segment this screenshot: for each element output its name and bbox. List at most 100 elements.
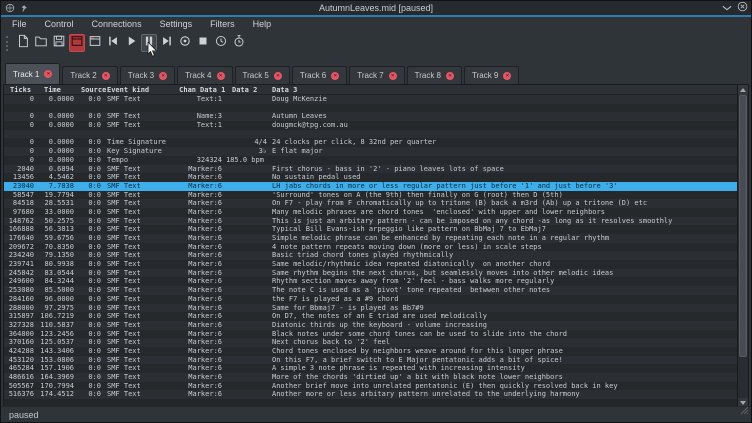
tab-close-icon[interactable]: ✕ bbox=[44, 70, 52, 78]
table-row[interactable]: 209672 70.8350 0:0 SMF Text Marker:6 4 n… bbox=[4, 243, 737, 252]
menu-item[interactable]: Filters bbox=[201, 17, 244, 31]
record-window-button[interactable] bbox=[69, 34, 85, 52]
record-icon bbox=[178, 34, 192, 53]
pause-button[interactable] bbox=[141, 34, 157, 52]
playback-status: paused bbox=[9, 410, 39, 420]
table-row[interactable]: 424288 143.3406 0:0 SMF Text Marker:6 Ch… bbox=[4, 347, 737, 356]
column-header: Time bbox=[36, 85, 76, 95]
table-row[interactable]: 249600 84.3244 0:0 SMF Text Marker:6 Rhy… bbox=[4, 277, 737, 286]
tab-close-icon[interactable]: ✕ bbox=[159, 72, 167, 80]
menu-item[interactable]: Settings bbox=[151, 17, 202, 31]
statusbar: paused bbox=[1, 406, 751, 422]
tab-close-icon[interactable]: ✕ bbox=[217, 72, 225, 80]
menu-item[interactable]: Help bbox=[244, 17, 281, 31]
play-button[interactable] bbox=[123, 34, 139, 52]
record-button[interactable] bbox=[177, 34, 193, 52]
clock-icon bbox=[214, 34, 228, 53]
table-row[interactable]: 315897 106.7219 0:0 SMF Text Marker:6 On… bbox=[4, 312, 737, 321]
menu-item[interactable]: Connections bbox=[83, 17, 151, 31]
timer-button[interactable] bbox=[231, 34, 247, 52]
tab-track-3[interactable]: Track 3 ✕ bbox=[120, 66, 175, 84]
table-row[interactable]: 2040 0.6894 0:0 SMF Text Marker:6 First … bbox=[4, 165, 737, 174]
table-row[interactable]: 23040 7.7838 0:0 SMF Text Marker:6 LH ja… bbox=[4, 182, 737, 191]
tab-track-1[interactable]: Track 1 ✕ bbox=[5, 63, 60, 84]
table-row[interactable]: 239741 80.9938 0:0 SMF Text Marker:6 Sam… bbox=[4, 260, 737, 269]
event-list-button[interactable] bbox=[87, 34, 103, 52]
tab-track-8[interactable]: Track 8 ✕ bbox=[407, 66, 462, 84]
table-row[interactable]: 0 0.0000 0:0 Key Signature 3♭ E flat maj… bbox=[4, 147, 737, 156]
skip-forward-icon bbox=[160, 34, 174, 53]
shade-window-icon[interactable] bbox=[722, 0, 732, 17]
tab-label: Track 5 bbox=[243, 71, 269, 80]
table-row[interactable]: 166888 56.3813 0:0 SMF Text Marker:6 Typ… bbox=[4, 225, 737, 234]
table-row[interactable]: 284160 96.0000 0:0 SMF Text Marker:6 the… bbox=[4, 295, 737, 304]
table-row[interactable]: 486616 164.3969 0:0 SMF Text Marker:6 Mo… bbox=[4, 373, 737, 382]
stop-button[interactable] bbox=[195, 34, 211, 52]
tab-close-icon[interactable]: ✕ bbox=[274, 72, 282, 80]
table-row[interactable]: 505567 170.7994 0:0 SMF Text Marker:6 An… bbox=[4, 382, 737, 391]
new-file-button[interactable] bbox=[15, 34, 31, 52]
table-row[interactable]: 327328 110.5837 0:0 SMF Text Marker:6 Di… bbox=[4, 321, 737, 330]
table-row[interactable]: 0 0.0000 0:0 SMF Text Name:3 Autumn Leav… bbox=[4, 112, 737, 121]
toolbar-drag-handle[interactable] bbox=[6, 36, 10, 51]
skip-forward-button[interactable] bbox=[159, 34, 175, 52]
table-row[interactable]: 148762 50.2575 0:0 SMF Text Marker:6 Thi… bbox=[4, 217, 737, 226]
table-row[interactable]: 176640 59.6756 0:0 SMF Text Marker:6 Sim… bbox=[4, 234, 737, 243]
save-file-button[interactable] bbox=[51, 34, 67, 52]
table-row[interactable]: 465284 157.1906 0:0 SMF Text Marker:6 A … bbox=[4, 364, 737, 373]
table-row[interactable]: 234240 79.1350 0:0 SMF Text Marker:6 Bas… bbox=[4, 251, 737, 260]
tab-track-7[interactable]: Track 7 ✕ bbox=[349, 66, 404, 84]
tab-close-icon[interactable]: ✕ bbox=[389, 72, 397, 80]
table-row[interactable]: 97680 33.0000 0:0 SMF Text Marker:6 Many… bbox=[4, 208, 737, 217]
column-header: Ticks bbox=[4, 85, 36, 95]
column-header: Data 2 bbox=[222, 85, 268, 95]
table-row[interactable]: 84518 28.5531 0:0 SMF Text Marker:6 On F… bbox=[4, 199, 737, 208]
column-header: Data 1 bbox=[196, 85, 222, 95]
tab-close-icon[interactable]: ✕ bbox=[503, 72, 511, 80]
table-row[interactable] bbox=[4, 130, 737, 139]
tab-track-5[interactable]: Track 5 ✕ bbox=[235, 66, 290, 84]
table-row[interactable]: 370160 125.0537 0:0 SMF Text Marker:6 Ne… bbox=[4, 338, 737, 347]
tab-close-icon[interactable]: ✕ bbox=[102, 72, 110, 80]
table-row[interactable]: 453120 153.0806 0:0 SMF Text Marker:6 On… bbox=[4, 356, 737, 365]
toolbar bbox=[1, 31, 751, 55]
tab-track-2[interactable]: Track 2 ✕ bbox=[62, 66, 117, 84]
tab-track-9[interactable]: Track 9 ✕ bbox=[464, 66, 519, 84]
skip-backward-button[interactable] bbox=[105, 34, 121, 52]
table-row[interactable] bbox=[4, 104, 737, 113]
titlebar: AutumnLeaves.mid [paused] bbox=[1, 1, 751, 15]
menu-item[interactable]: File bbox=[3, 17, 36, 31]
tab-close-icon[interactable]: ✕ bbox=[446, 72, 454, 80]
table-row[interactable]: 58547 19.7794 0:0 SMF Text Marker:6 'Sur… bbox=[4, 191, 737, 200]
skip-backward-icon bbox=[106, 34, 120, 53]
table-row[interactable]: 0 0.0000 0:0 Tempo 324324 185.0 bpm bbox=[4, 156, 737, 165]
play-icon bbox=[124, 34, 138, 53]
vertical-scrollbar[interactable] bbox=[737, 85, 748, 408]
table-row[interactable]: 245842 83.0544 0:0 SMF Text Marker:6 Sam… bbox=[4, 269, 737, 278]
stop-icon bbox=[196, 34, 210, 53]
table-row[interactable]: 0 0.0000 0:0 SMF Text Text:1 Doug McKenz… bbox=[4, 95, 737, 104]
table-row[interactable]: 0 0.0000 0:0 Time Signature 4/4 24 clock… bbox=[4, 138, 737, 147]
tab-track-4[interactable]: Track 4 ✕ bbox=[177, 66, 232, 84]
scrollbar-thumb[interactable] bbox=[739, 95, 747, 357]
tab-track-6[interactable]: Track 6 ✕ bbox=[292, 66, 347, 84]
table-row[interactable]: 0 0.0000 0:0 SMF Text Text:1 dougmck@tpg… bbox=[4, 121, 737, 130]
scroll-up-icon[interactable] bbox=[738, 85, 748, 95]
app-window: AutumnLeaves.mid [paused] FileControlCon… bbox=[0, 0, 752, 423]
column-header: Event kind bbox=[104, 85, 166, 95]
tab-close-icon[interactable]: ✕ bbox=[331, 72, 339, 80]
window-title: AutumnLeaves.mid [paused] bbox=[1, 3, 751, 13]
resize-grip[interactable] bbox=[740, 402, 749, 420]
table-row[interactable]: 13456 4.5462 0:0 SMF Text Marker:6 No su… bbox=[4, 173, 737, 182]
column-header: Chan bbox=[166, 85, 196, 95]
close-window-icon[interactable] bbox=[737, 0, 748, 17]
table-row[interactable]: 288000 97.2975 0:0 SMF Text Marker:6 Sam… bbox=[4, 304, 737, 313]
table-row[interactable]: 516376 174.4512 0:0 SMF Text Marker:6 An… bbox=[4, 390, 737, 399]
clock-button[interactable] bbox=[213, 34, 229, 52]
menu-item[interactable]: Control bbox=[36, 17, 83, 31]
tab-label: Track 7 bbox=[357, 71, 383, 80]
table-row[interactable]: 253080 85.5000 0:0 SMF Text Marker:6 The… bbox=[4, 286, 737, 295]
open-file-button[interactable] bbox=[33, 34, 49, 52]
table-row[interactable]: 364800 123.2456 0:0 SMF Text Marker:6 Bl… bbox=[4, 330, 737, 339]
column-header: Data 3 bbox=[268, 85, 737, 95]
